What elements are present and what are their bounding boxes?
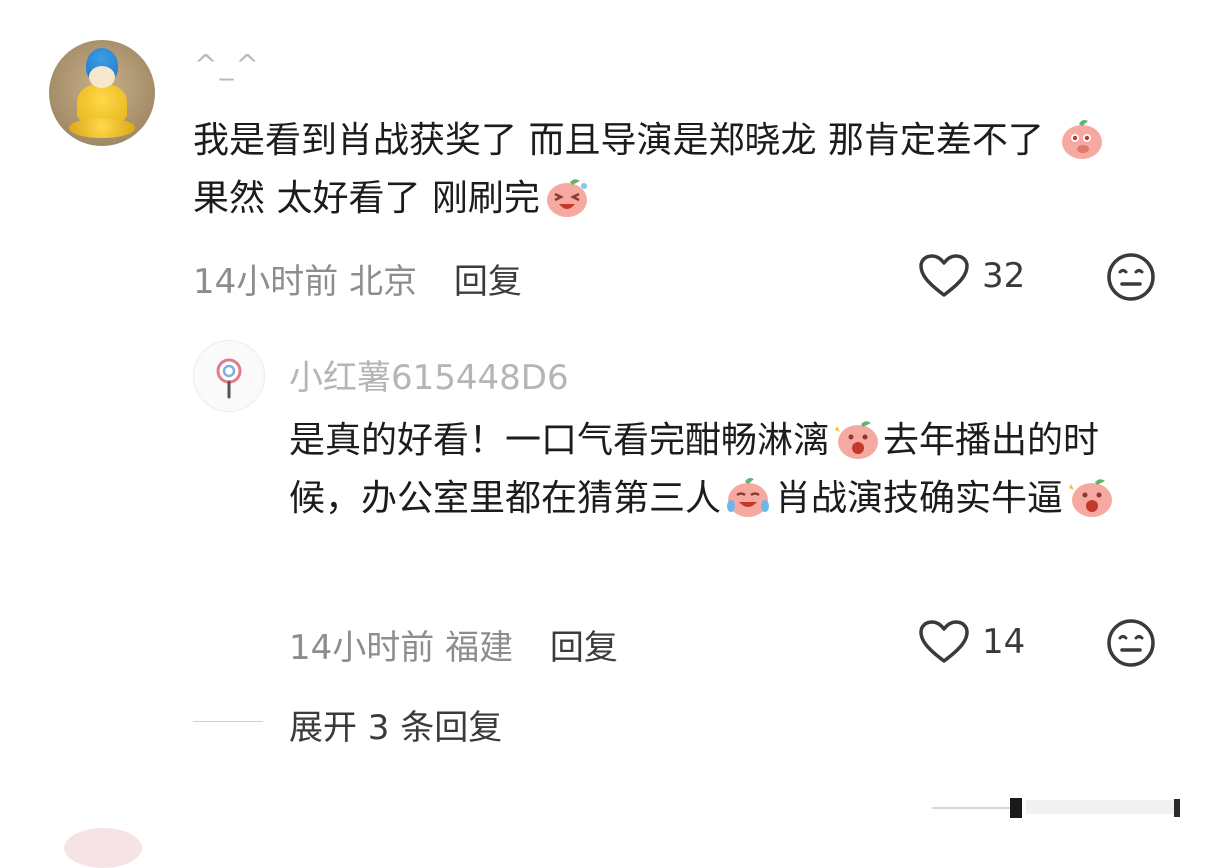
like-button[interactable]: 32 <box>918 253 1025 299</box>
peach-shy-emoji-icon <box>1062 120 1103 159</box>
reply-reply-button[interactable]: 回复 <box>550 628 618 668</box>
next-comment-avatar[interactable] <box>64 828 142 868</box>
like-count: 32 <box>982 256 1026 296</box>
comment-text-part: 我是看到肖战获奖了 而且导演是郑晓龙 那肯定差不了 <box>193 120 1056 161</box>
comment-location: 北京 <box>349 262 418 302</box>
avatar-figure-face <box>89 66 115 88</box>
lollipop-icon <box>216 358 242 399</box>
peach-wow-emoji-icon <box>835 421 879 459</box>
reply-text: 是真的好看！一口气看完酣畅淋漓 去年播出的时候，办公室里都在猜第三人 肖战演技确… <box>289 412 1149 528</box>
avatar-figure-body <box>77 84 127 122</box>
reply-username[interactable]: 小红薯615448D6 <box>289 350 569 399</box>
reply-meta: 14小时前 福建 回复 <box>289 620 618 669</box>
reply-location: 福建 <box>445 628 514 668</box>
comment-time: 14小时前 <box>193 262 339 302</box>
expand-replies-button[interactable]: 展开 3 条回复 <box>289 700 502 749</box>
reply-time: 14小时前 <box>289 628 435 668</box>
reply-avatar[interactable] <box>193 340 265 412</box>
avatar[interactable] <box>49 40 155 146</box>
comment-text: 我是看到肖战获奖了 而且导演是郑晓龙 那肯定差不了 果然 太好看了 刚刷完 <box>193 112 1153 228</box>
expand-divider <box>193 721 263 722</box>
reply-button[interactable]: 回复 <box>454 262 522 302</box>
comment-text-part: 果然 太好看了 刚刷完 <box>193 178 540 219</box>
meh-face-icon[interactable] <box>1106 618 1156 668</box>
reply-like-button[interactable]: 14 <box>918 619 1025 665</box>
meh-face-icon[interactable] <box>1106 252 1156 302</box>
heart-outline-icon <box>919 620 969 663</box>
avatar-figure-base <box>69 118 135 138</box>
reply-text-part: 肖战演技确实牛逼 <box>775 478 1064 519</box>
peach-wow-emoji-icon <box>1069 479 1113 517</box>
peach-laugh-emoji-icon <box>546 179 587 217</box>
comment-meta: 14小时前 北京 回复 <box>193 254 522 303</box>
reply-like-count: 14 <box>982 622 1026 662</box>
watermark-graphic <box>932 798 1180 818</box>
comment-username[interactable]: ^_^ <box>194 48 261 81</box>
heart-outline-icon <box>919 254 969 297</box>
reply-text-part: 是真的好看！一口气看完酣畅淋漓 <box>289 420 830 461</box>
peach-cry-laugh-emoji-icon <box>727 478 770 517</box>
